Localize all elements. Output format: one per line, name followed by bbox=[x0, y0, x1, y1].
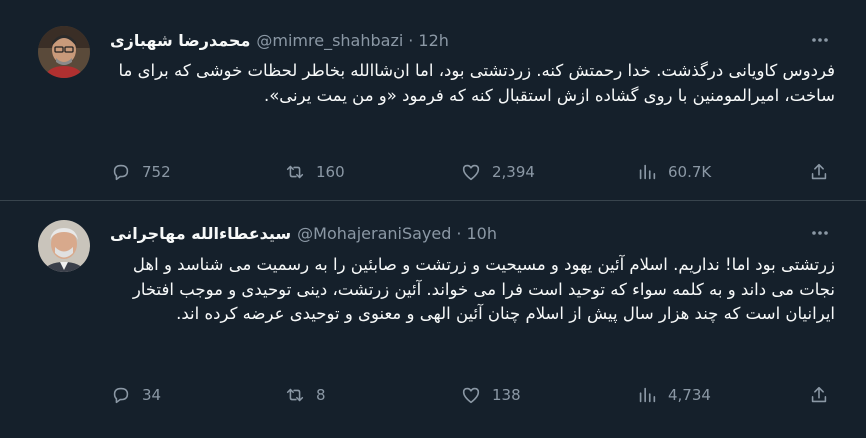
views-icon bbox=[639, 387, 656, 403]
retweet-count: 160 bbox=[316, 163, 345, 181]
reply-icon bbox=[113, 164, 129, 181]
like-count: 138 bbox=[492, 386, 521, 404]
tweet[interactable]: محمدرضا شهبازی @mimre_shahbazi · 12h فرد… bbox=[0, 0, 866, 201]
views-count: 4,734 bbox=[668, 386, 711, 404]
share-icon bbox=[811, 163, 827, 180]
timestamp[interactable]: 10h bbox=[466, 224, 497, 243]
tweet-text: فردوس کاویانی درگذشت. خدا رحمتش کنه. زرد… bbox=[118, 61, 835, 105]
more-icon bbox=[812, 231, 828, 235]
timestamp[interactable]: 12h bbox=[418, 31, 449, 50]
separator-dot: · bbox=[456, 223, 462, 243]
retweet-count: 8 bbox=[316, 386, 326, 404]
views-count: 60.7K bbox=[668, 163, 712, 181]
user-handle[interactable]: @mimre_shahbazi bbox=[256, 31, 403, 50]
retweet-icon bbox=[286, 388, 304, 402]
more-options-button[interactable] bbox=[808, 221, 832, 245]
avatar[interactable] bbox=[38, 26, 90, 78]
tweet-feed: محمدرضا شهبازی @mimre_shahbazi · 12h فرد… bbox=[0, 0, 866, 437]
avatar[interactable] bbox=[38, 220, 90, 272]
like-button[interactable]: 2,394 bbox=[460, 156, 535, 188]
tweet-header: سیدعطاءالله مهاجرانی @MohajeraniSayed · … bbox=[110, 221, 497, 245]
reply-count: 34 bbox=[142, 386, 162, 404]
like-icon bbox=[462, 387, 480, 404]
like-icon bbox=[462, 164, 480, 181]
views-button[interactable]: 4,734 bbox=[636, 379, 711, 411]
retweet-button[interactable]: 160 bbox=[284, 156, 345, 188]
user-handle[interactable]: @MohajeraniSayed bbox=[297, 224, 451, 243]
display-name[interactable]: محمدرضا شهبازی bbox=[110, 31, 250, 50]
views-icon bbox=[639, 164, 656, 180]
more-options-button[interactable] bbox=[808, 28, 832, 52]
tweet-actions: 752 160 2,394 60.7K bbox=[110, 156, 835, 188]
views-button[interactable]: 60.7K bbox=[636, 156, 711, 188]
like-count: 2,394 bbox=[492, 163, 535, 181]
share-button[interactable] bbox=[808, 379, 830, 411]
share-button[interactable] bbox=[808, 156, 830, 188]
reply-button[interactable]: 752 bbox=[110, 156, 171, 188]
retweet-icon bbox=[286, 165, 304, 179]
tweet-header: محمدرضا شهبازی @mimre_shahbazi · 12h bbox=[110, 28, 449, 52]
share-icon bbox=[811, 386, 827, 403]
like-button[interactable]: 138 bbox=[460, 379, 521, 411]
reply-button[interactable]: 34 bbox=[110, 379, 161, 411]
retweet-button[interactable]: 8 bbox=[284, 379, 326, 411]
tweet-actions: 34 8 138 4,734 bbox=[110, 379, 835, 411]
reply-count: 752 bbox=[142, 163, 171, 181]
display-name[interactable]: سیدعطاءالله مهاجرانی bbox=[110, 224, 291, 243]
separator-dot: · bbox=[408, 30, 414, 50]
more-icon bbox=[812, 38, 828, 42]
tweet-text: زرتشتی بود اما! نداریم. اسلام آئین یهود … bbox=[132, 255, 835, 323]
reply-icon bbox=[113, 387, 129, 404]
